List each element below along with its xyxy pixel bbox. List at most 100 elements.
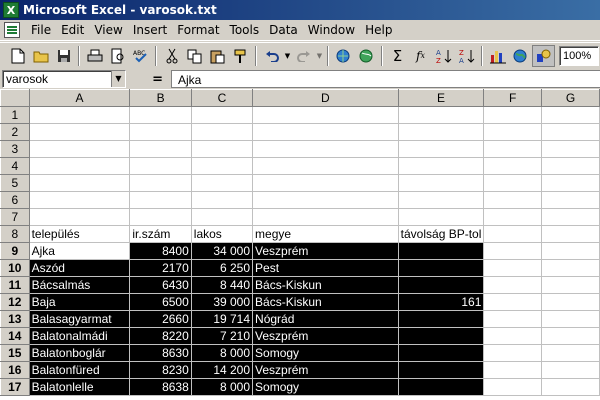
- row-header[interactable]: 11: [0, 276, 30, 294]
- menu-view[interactable]: View: [89, 23, 127, 37]
- column-header-c[interactable]: C: [190, 89, 254, 107]
- cell-b7[interactable]: [129, 208, 192, 226]
- cell-f5[interactable]: [483, 174, 543, 192]
- cell-c2[interactable]: [190, 123, 254, 141]
- cell-a10[interactable]: Aszód: [28, 259, 131, 277]
- column-header-f[interactable]: F: [483, 89, 543, 107]
- menu-tools[interactable]: Tools: [225, 23, 265, 37]
- cell-f10[interactable]: [483, 259, 543, 277]
- cell-e5[interactable]: [397, 174, 485, 192]
- row-header[interactable]: 13: [0, 310, 30, 328]
- cell-g3[interactable]: [541, 140, 600, 158]
- cell-f3[interactable]: [483, 140, 543, 158]
- cell-g14[interactable]: [541, 327, 600, 345]
- new-file-icon[interactable]: [6, 45, 29, 67]
- cell-e17[interactable]: [397, 378, 485, 396]
- cell-a13[interactable]: Balasagyarmat: [28, 310, 131, 328]
- cell-g17[interactable]: [541, 378, 600, 396]
- web-toolbar-icon[interactable]: [355, 45, 378, 67]
- menu-help[interactable]: Help: [360, 23, 397, 37]
- row-header[interactable]: 1: [0, 106, 30, 124]
- redo-icon[interactable]: [292, 45, 315, 67]
- redo-dropdown-icon[interactable]: ▼: [315, 52, 324, 60]
- cell-g2[interactable]: [541, 123, 600, 141]
- cell-f4[interactable]: [483, 157, 543, 175]
- map-icon[interactable]: [509, 45, 532, 67]
- cell-e3[interactable]: [397, 140, 485, 158]
- cell-c1[interactable]: [190, 106, 254, 124]
- name-box-dropdown-icon[interactable]: ▼: [111, 71, 125, 87]
- cell-a2[interactable]: [28, 123, 131, 141]
- cell-g8[interactable]: [541, 225, 600, 243]
- column-header-a[interactable]: A: [28, 89, 131, 107]
- cell-g11[interactable]: [541, 276, 600, 294]
- cell-d4[interactable]: [252, 157, 399, 175]
- cell-e4[interactable]: [397, 157, 485, 175]
- cell-e7[interactable]: [397, 208, 485, 226]
- cell-f15[interactable]: [483, 344, 543, 362]
- cell-a11[interactable]: Bácsalmás: [28, 276, 131, 294]
- print-icon[interactable]: [83, 45, 106, 67]
- chart-wizard-icon[interactable]: [486, 45, 509, 67]
- cell-f14[interactable]: [483, 327, 543, 345]
- undo-icon[interactable]: [260, 45, 283, 67]
- cell-d7[interactable]: [252, 208, 399, 226]
- cell-g10[interactable]: [541, 259, 600, 277]
- row-header[interactable]: 6: [0, 191, 30, 209]
- menu-data[interactable]: Data: [264, 23, 303, 37]
- cell-b12[interactable]: 6500: [129, 293, 192, 311]
- select-all-corner[interactable]: [0, 89, 30, 107]
- cell-b2[interactable]: [129, 123, 192, 141]
- paste-function-icon[interactable]: fx: [409, 45, 432, 67]
- cell-c5[interactable]: [190, 174, 254, 192]
- cell-e9[interactable]: [397, 242, 485, 260]
- excel-app-icon[interactable]: X: [3, 2, 19, 18]
- cell-c16[interactable]: 14 200: [190, 361, 254, 379]
- cell-e12[interactable]: 161: [397, 293, 485, 311]
- cell-g4[interactable]: [541, 157, 600, 175]
- cell-e2[interactable]: [397, 123, 485, 141]
- cell-e15[interactable]: [397, 344, 485, 362]
- cell-c4[interactable]: [190, 157, 254, 175]
- cell-d2[interactable]: [252, 123, 399, 141]
- format-painter-icon[interactable]: [229, 45, 252, 67]
- cell-b16[interactable]: 8230: [129, 361, 192, 379]
- undo-dropdown-icon[interactable]: ▼: [283, 52, 292, 60]
- cell-d13[interactable]: Nógrád: [252, 310, 399, 328]
- row-header[interactable]: 14: [0, 327, 30, 345]
- menu-window[interactable]: Window: [303, 23, 360, 37]
- cell-f16[interactable]: [483, 361, 543, 379]
- menu-insert[interactable]: Insert: [128, 23, 172, 37]
- column-header-b[interactable]: B: [129, 89, 192, 107]
- cell-b6[interactable]: [129, 191, 192, 209]
- cell-b17[interactable]: 8638: [129, 378, 192, 396]
- cell-c17[interactable]: 8 000: [190, 378, 254, 396]
- row-header[interactable]: 2: [0, 123, 30, 141]
- hyperlink-icon[interactable]: [332, 45, 355, 67]
- cell-g1[interactable]: [541, 106, 600, 124]
- cell-d12[interactable]: Bács-Kiskun: [252, 293, 399, 311]
- cell-c3[interactable]: [190, 140, 254, 158]
- zoom-select[interactable]: 100%: [559, 46, 599, 66]
- cell-g12[interactable]: [541, 293, 600, 311]
- cell-c8[interactable]: lakos: [190, 225, 254, 243]
- cell-a9[interactable]: Ajka: [28, 242, 131, 260]
- cell-a8[interactable]: település: [28, 225, 131, 243]
- cell-c10[interactable]: 6 250: [190, 259, 254, 277]
- cell-d14[interactable]: Veszprém: [252, 327, 399, 345]
- cell-d8[interactable]: megye: [252, 225, 399, 243]
- cell-f13[interactable]: [483, 310, 543, 328]
- save-icon[interactable]: [52, 45, 75, 67]
- cell-a7[interactable]: [28, 208, 131, 226]
- cell-b9[interactable]: 8400: [129, 242, 192, 260]
- cell-c6[interactable]: [190, 191, 254, 209]
- cell-d9[interactable]: Veszprém: [252, 242, 399, 260]
- cell-b15[interactable]: 8630: [129, 344, 192, 362]
- cell-g7[interactable]: [541, 208, 600, 226]
- cell-d10[interactable]: Pest: [252, 259, 399, 277]
- column-header-d[interactable]: D: [252, 89, 399, 107]
- cell-f11[interactable]: [483, 276, 543, 294]
- cell-e14[interactable]: [397, 327, 485, 345]
- cell-g5[interactable]: [541, 174, 600, 192]
- cell-e11[interactable]: [397, 276, 485, 294]
